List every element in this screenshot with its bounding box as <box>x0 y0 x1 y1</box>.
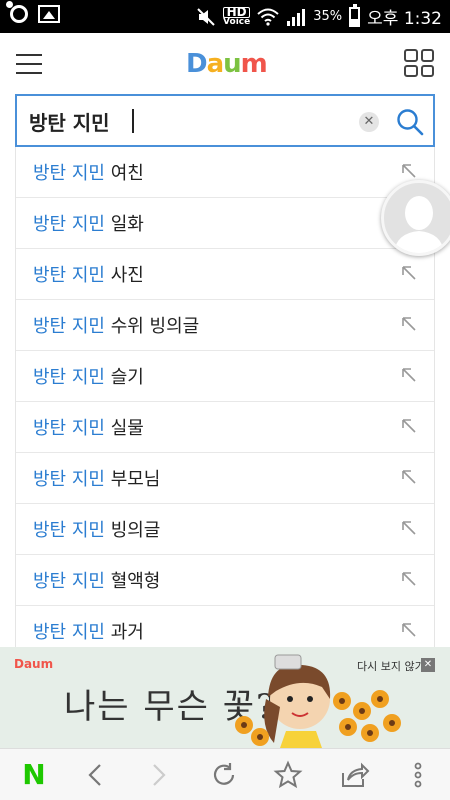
suggestion-item[interactable]: 방탄 지민 사진 <box>16 249 434 300</box>
voice-label: Voice <box>223 16 251 27</box>
back-icon[interactable] <box>80 759 112 791</box>
suggestion-rest: 빙의글 <box>104 520 161 541</box>
suggestion-rest: 수위 빙의글 <box>104 316 200 337</box>
suggestion-match: 방탄 지민 <box>33 214 105 235</box>
suggestion-match: 방탄 지민 <box>33 418 105 439</box>
suggestion-rest: 여친 <box>104 163 144 184</box>
hd-voice-badge: HD Voice <box>223 6 251 27</box>
fill-query-arrow-icon[interactable] <box>400 162 418 180</box>
battery-percent: 35% <box>313 9 343 24</box>
suggestion-list: 방탄 지민 여친 방탄 지민 일화 방탄 지민 사진 방탄 지민 수위 빙의글 … <box>15 147 435 657</box>
close-icon[interactable]: ✕ <box>421 658 435 672</box>
fill-query-arrow-icon[interactable] <box>400 468 418 486</box>
camera-ring-icon <box>6 1 28 23</box>
suggestion-item[interactable]: 방탄 지민 일화 <box>16 198 434 249</box>
more-icon[interactable] <box>402 759 434 791</box>
suggestion-rest: 과거 <box>104 622 144 643</box>
app-header: Daum <box>0 33 450 93</box>
status-bar: HD Voice 35% 오후 1:32 <box>0 0 450 33</box>
suggestion-match: 방탄 지민 <box>33 469 105 490</box>
fill-query-arrow-icon[interactable] <box>400 570 418 588</box>
suggestion-item[interactable]: 방탄 지민 수위 빙의글 <box>16 300 434 351</box>
suggestion-match: 방탄 지민 <box>33 520 105 541</box>
suggestion-match: 방탄 지민 <box>33 316 105 337</box>
suggestion-match: 방탄 지민 <box>33 265 105 286</box>
suggestion-item[interactable]: 방탄 지민 여친 <box>16 147 434 198</box>
suggestion-item[interactable]: 방탄 지민 혈액형 <box>16 555 434 606</box>
suggestion-rest: 일화 <box>104 214 144 235</box>
daum-logo[interactable]: Daum <box>186 49 268 79</box>
suggestion-item[interactable]: 방탄 지민 부모님 <box>16 453 434 504</box>
wifi-icon <box>257 8 279 26</box>
suggestion-rest: 부모님 <box>104 469 161 490</box>
mute-icon <box>197 7 215 26</box>
refresh-icon[interactable] <box>208 759 240 791</box>
fill-query-arrow-icon[interactable] <box>400 519 418 537</box>
logo-letter: D <box>186 49 208 79</box>
suggestion-rest: 혈액형 <box>104 571 161 592</box>
hamburger-icon[interactable] <box>16 54 42 74</box>
suggestion-rest: 사진 <box>104 265 144 286</box>
suggestion-item[interactable]: 방탄 지민 빙의글 <box>16 504 434 555</box>
bookmark-star-icon[interactable] <box>272 759 304 791</box>
share-icon[interactable] <box>338 759 370 791</box>
logo-letter: m <box>240 49 268 79</box>
text-caret <box>132 109 134 133</box>
search-input[interactable] <box>29 105 349 137</box>
naver-n-icon[interactable]: N <box>18 759 50 791</box>
logo-letter: a <box>206 49 225 79</box>
ad-dismiss-link[interactable]: 다시 보지 않기 <box>357 658 425 674</box>
signal-icon <box>287 8 306 26</box>
avatar[interactable] <box>381 180 450 256</box>
fill-query-arrow-icon[interactable] <box>400 315 418 333</box>
forward-icon[interactable] <box>142 759 174 791</box>
search-box: ✕ <box>15 94 435 147</box>
suggestion-match: 방탄 지민 <box>33 571 105 592</box>
logo-letter: u <box>223 49 241 79</box>
grid-icon[interactable] <box>404 49 434 77</box>
fill-query-arrow-icon[interactable] <box>400 621 418 639</box>
suggestion-item[interactable]: 방탄 지민 슬기 <box>16 351 434 402</box>
bottom-nav: N <box>0 748 450 800</box>
user-silhouette-icon <box>394 196 444 253</box>
gallery-icon <box>38 5 60 23</box>
clear-button[interactable]: ✕ <box>359 112 379 132</box>
fill-query-arrow-icon[interactable] <box>400 264 418 282</box>
search-icon[interactable] <box>395 107 425 137</box>
clock: 오후 1:32 <box>367 9 442 29</box>
suggestion-match: 방탄 지민 <box>33 622 105 643</box>
ad-banner[interactable]: Daum 나는 무슨 꽃? 다시 보지 않기 ✕ <box>0 647 450 748</box>
suggestion-match: 방탄 지민 <box>33 367 105 388</box>
fill-query-arrow-icon[interactable] <box>400 366 418 384</box>
suggestion-match: 방탄 지민 <box>33 163 105 184</box>
ad-logo: Daum <box>14 657 54 671</box>
fill-query-arrow-icon[interactable] <box>400 417 418 435</box>
hd-label: HD <box>223 6 251 18</box>
suggestion-item[interactable]: 방탄 지민 실물 <box>16 402 434 453</box>
suggestion-rest: 슬기 <box>104 367 144 388</box>
suggestion-rest: 실물 <box>104 418 144 439</box>
battery-icon <box>349 3 361 27</box>
